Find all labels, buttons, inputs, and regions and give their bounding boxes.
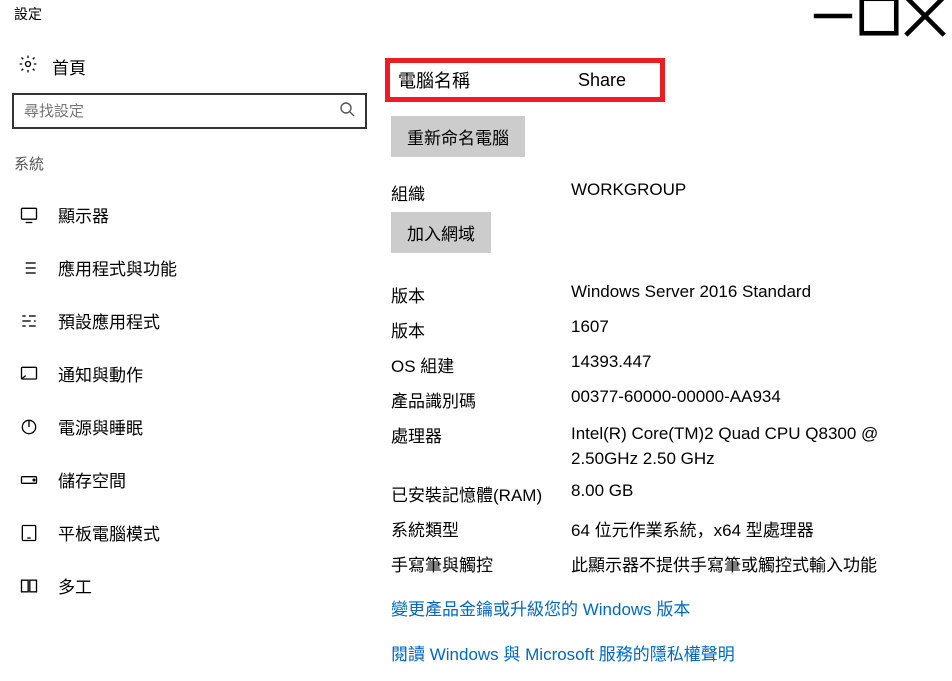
search-icon [339,101,355,121]
org-value: WORKGROUP [571,180,940,205]
home-button[interactable]: 首頁 [10,48,375,93]
sidebar-item-label: 預設應用程式 [58,308,160,333]
home-label: 首頁 [52,54,86,79]
org-label: 組織 [391,180,571,205]
window-controls [810,2,948,30]
multitask-icon [18,576,40,596]
spec-value: 00377-60000-00000-AA934 [571,387,940,412]
sidebar-item-label: 通知與動作 [58,361,143,386]
spec-value: Windows Server 2016 Standard [571,282,940,307]
power-icon [18,417,40,437]
sidebar-item-power[interactable]: 電源與睡眠 [10,400,375,453]
gear-icon [18,54,38,79]
sidebar-item-notifications[interactable]: 通知與動作 [10,347,375,400]
sidebar-item-display[interactable]: 顯示器 [10,188,375,241]
sidebar-item-apps[interactable]: 應用程式與功能 [10,241,375,294]
monitor-icon [18,205,40,225]
sidebar-item-label: 應用程式與功能 [58,255,177,280]
join-domain-button[interactable]: 加入網域 [391,212,491,253]
sidebar-item-default-apps[interactable]: 預設應用程式 [10,294,375,347]
computer-name-value: Share [578,70,626,91]
sidebar-item-label: 平板電腦模式 [58,520,160,545]
list-icon [18,258,40,278]
sidebar: 首頁 系統 顯示器 應用程式與功能 預設應用程式 通知與動作 [0,28,385,671]
sidebar-item-label: 顯示器 [58,202,109,227]
org-row: 組織 WORKGROUP [385,175,940,210]
spec-value: 1607 [571,317,940,342]
rename-pc-button[interactable]: 重新命名電腦 [391,116,525,157]
spec-row: OS 組建14393.447 [385,347,940,382]
privacy-link[interactable]: 閱讀 Windows 與 Microsoft 服務的隱私權聲明 [385,634,940,671]
spec-value: 14393.447 [571,352,940,377]
window-title: 設定 [8,4,42,24]
spec-label: 版本 [391,282,571,307]
tablet-icon [18,523,40,543]
search-input[interactable] [24,103,322,120]
minimize-button[interactable] [810,2,856,30]
spec-value: 64 位元作業系統，x64 型處理器 [571,516,940,541]
spec-label: 系統類型 [391,516,571,541]
spec-row: 產品識別碼00377-60000-00000-AA934 [385,382,940,417]
spec-label: OS 組建 [391,352,571,377]
sidebar-item-multitask[interactable]: 多工 [10,559,375,612]
sidebar-item-label: 多工 [58,573,92,598]
notification-icon [18,364,40,384]
sidebar-item-label: 儲存空間 [58,467,126,492]
sidebar-item-label: 電源與睡眠 [58,414,143,439]
spec-label: 產品識別碼 [391,387,571,412]
spec-row: 系統類型64 位元作業系統，x64 型處理器 [385,511,940,546]
spec-value: 8.00 GB [571,481,940,506]
spec-value: 此顯示器不提供手寫筆或觸控式輸入功能 [571,551,940,576]
spec-row: 處理器Intel(R) Core(TM)2 Quad CPU Q8300 @ 2… [385,417,940,476]
computer-name-row: 電腦名稱 Share [385,58,665,102]
defaults-icon [18,311,40,331]
spec-label: 版本 [391,317,571,342]
close-button[interactable] [902,2,948,30]
main-panel: 電腦名稱 Share 重新命名電腦 組織 WORKGROUP 加入網域 版本Wi… [385,28,952,671]
spec-value: Intel(R) Core(TM)2 Quad CPU Q8300 @ 2.50… [571,422,940,471]
maximize-button[interactable] [856,2,902,30]
spec-label: 手寫筆與觸控 [391,551,571,576]
section-label: 系統 [10,129,375,188]
spec-row: 版本1607 [385,312,940,347]
search-box[interactable] [12,93,367,129]
spec-row: 版本Windows Server 2016 Standard [385,277,940,312]
sidebar-item-tablet[interactable]: 平板電腦模式 [10,506,375,559]
titlebar: 設定 [0,0,952,28]
spec-row: 已安裝記憶體(RAM)8.00 GB [385,476,940,511]
storage-icon [18,470,40,490]
computer-name-label: 電腦名稱 [398,67,578,93]
spec-label: 已安裝記憶體(RAM) [391,481,571,506]
spec-label: 處理器 [391,422,571,471]
sidebar-item-storage[interactable]: 儲存空間 [10,453,375,506]
spec-row: 手寫筆與觸控此顯示器不提供手寫筆或觸控式輸入功能 [385,546,940,581]
change-product-key-link[interactable]: 變更產品金鑰或升級您的 Windows 版本 [385,589,940,626]
